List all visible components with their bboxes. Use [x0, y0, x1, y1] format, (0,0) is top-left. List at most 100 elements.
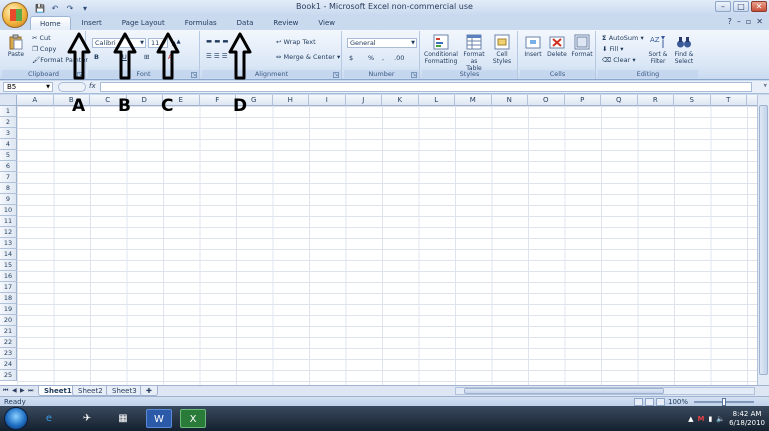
row-header-13[interactable]: 13 [0, 238, 17, 249]
tab-review[interactable]: Review [264, 16, 307, 30]
cut-button[interactable]: ✂ Cut [32, 34, 51, 43]
row-header-9[interactable]: 9 [0, 194, 17, 205]
comma-button[interactable]: , [382, 54, 384, 63]
number-format-select[interactable]: General ▼ [347, 38, 417, 48]
horizontal-scrollbar[interactable] [455, 387, 755, 395]
copy-button[interactable]: ❐ Copy [32, 45, 56, 54]
row-header-1[interactable]: 1 [0, 106, 17, 117]
borders-icon[interactable]: ⊞ [144, 53, 149, 62]
column-header-n[interactable]: N [491, 95, 528, 106]
last-sheet-icon[interactable]: ⏭ [28, 387, 33, 395]
tab-insert[interactable]: Insert [73, 16, 111, 30]
row-header-23[interactable]: 23 [0, 348, 17, 359]
column-header-q[interactable]: Q [601, 95, 638, 106]
row-header-18[interactable]: 18 [0, 293, 17, 304]
office-button[interactable] [2, 2, 28, 28]
row-header-5[interactable]: 5 [0, 150, 17, 161]
tab-page-layout[interactable]: Page Layout [113, 16, 174, 30]
row-header-24[interactable]: 24 [0, 359, 17, 370]
excel-icon[interactable]: X [180, 409, 206, 428]
clock[interactable]: 8:42 AM 6/18/2010 [729, 410, 765, 428]
close-button[interactable]: ✕ [751, 1, 767, 12]
internet-explorer-icon[interactable]: e [36, 409, 62, 428]
vertical-scrollbar[interactable] [757, 95, 769, 385]
row-header-4[interactable]: 4 [0, 139, 17, 150]
tab-home[interactable]: Home [30, 16, 71, 30]
airplane-app-icon[interactable]: ✈ [74, 409, 100, 428]
column-header-s[interactable]: S [674, 95, 711, 106]
column-header-a[interactable]: A [17, 95, 54, 106]
help-icon[interactable]: ? [728, 17, 732, 26]
tab-formulas[interactable]: Formulas [176, 16, 226, 30]
fill-button[interactable]: ⬇ Fill ▾ [602, 45, 624, 54]
row-header-10[interactable]: 10 [0, 205, 17, 216]
word-icon[interactable]: W [146, 409, 172, 428]
sort-filter-button[interactable]: AZ Sort & Filter [646, 34, 670, 65]
formula-input[interactable] [100, 82, 752, 92]
autosum-button[interactable]: Σ AutoSum ▾ [602, 34, 644, 43]
column-header-o[interactable]: O [528, 95, 565, 106]
volume-icon[interactable]: 🔈 [716, 415, 725, 423]
row-header-11[interactable]: 11 [0, 216, 17, 227]
zoom-slider-handle[interactable] [722, 398, 726, 406]
delete-cells-button[interactable]: Delete [546, 34, 568, 58]
next-sheet-icon[interactable]: ▶ [20, 387, 25, 394]
row-header-15[interactable]: 15 [0, 260, 17, 271]
clear-button[interactable]: ⌫ Clear ▾ [602, 56, 636, 65]
row-header-14[interactable]: 14 [0, 249, 17, 260]
column-header-t[interactable]: T [710, 95, 747, 106]
row-header-2[interactable]: 2 [0, 117, 17, 128]
align-left-icon[interactable]: ☰ ☰ ☰ [206, 52, 228, 61]
row-header-19[interactable]: 19 [0, 304, 17, 315]
show-hidden-icons-icon[interactable]: ▲ [688, 415, 693, 423]
row-header-20[interactable]: 20 [0, 315, 17, 326]
bold-button[interactable]: B [94, 53, 99, 62]
row-header-16[interactable]: 16 [0, 271, 17, 282]
column-header-h[interactable]: H [272, 95, 309, 106]
tab-view[interactable]: View [309, 16, 344, 30]
page-layout-view-icon[interactable] [645, 398, 654, 406]
column-header-j[interactable]: J [345, 95, 382, 106]
column-header-l[interactable]: L [418, 95, 455, 106]
insert-sheet-icon[interactable]: ✚ [140, 386, 158, 396]
alignment-launcher-icon[interactable]: ↘ [333, 72, 339, 78]
format-cells-button[interactable]: Format [570, 34, 594, 58]
minimize-button[interactable]: – [715, 1, 731, 12]
row-header-17[interactable]: 17 [0, 282, 17, 293]
workbook-restore-button[interactable]: ▫ [746, 17, 751, 26]
align-top-icon[interactable]: ▬ ▬ ▬ [206, 37, 229, 46]
cell-area[interactable] [17, 106, 757, 385]
wrap-text-button[interactable]: ↩ Wrap Text [276, 38, 316, 47]
tab-data[interactable]: Data [228, 16, 263, 30]
column-header-i[interactable]: I [309, 95, 346, 106]
row-header-21[interactable]: 21 [0, 326, 17, 337]
number-launcher-icon[interactable]: ↘ [411, 72, 417, 78]
column-header-m[interactable]: M [455, 95, 492, 106]
font-launcher-icon[interactable]: ↘ [191, 72, 197, 78]
sheet-tab-2[interactable]: Sheet2 [72, 386, 109, 396]
first-sheet-icon[interactable]: ⏮ [3, 387, 8, 395]
tray-app-icon[interactable]: M [698, 415, 705, 423]
vertical-scroll-thumb[interactable] [759, 105, 768, 375]
column-header-k[interactable]: K [382, 95, 419, 106]
workbook-close-button[interactable]: ✕ [756, 17, 763, 26]
row-header-6[interactable]: 6 [0, 161, 17, 172]
row-header-12[interactable]: 12 [0, 227, 17, 238]
conditional-formatting-button[interactable]: Conditional Formatting [424, 34, 458, 65]
row-header-7[interactable]: 7 [0, 172, 17, 183]
insert-cells-button[interactable]: Insert [522, 34, 544, 58]
maximize-button[interactable]: □ [733, 1, 749, 12]
media-app-icon[interactable]: ▦ [110, 409, 136, 428]
currency-button[interactable]: $ [349, 54, 353, 63]
expand-formula-bar-icon[interactable]: ⩔ [764, 82, 767, 90]
column-header-r[interactable]: R [637, 95, 674, 106]
decimal-icon[interactable]: .00 [394, 54, 404, 63]
select-all-button[interactable] [0, 95, 17, 106]
percent-button[interactable]: % [368, 54, 374, 63]
sheet-tab-3[interactable]: Sheet3 [106, 386, 143, 396]
row-header-25[interactable]: 25 [0, 370, 17, 381]
horizontal-scroll-thumb[interactable] [464, 388, 664, 394]
cell-styles-button[interactable]: Cell Styles [490, 34, 514, 65]
workbook-minimize-button[interactable]: – [737, 17, 741, 26]
paste-button[interactable]: Paste [5, 34, 27, 58]
